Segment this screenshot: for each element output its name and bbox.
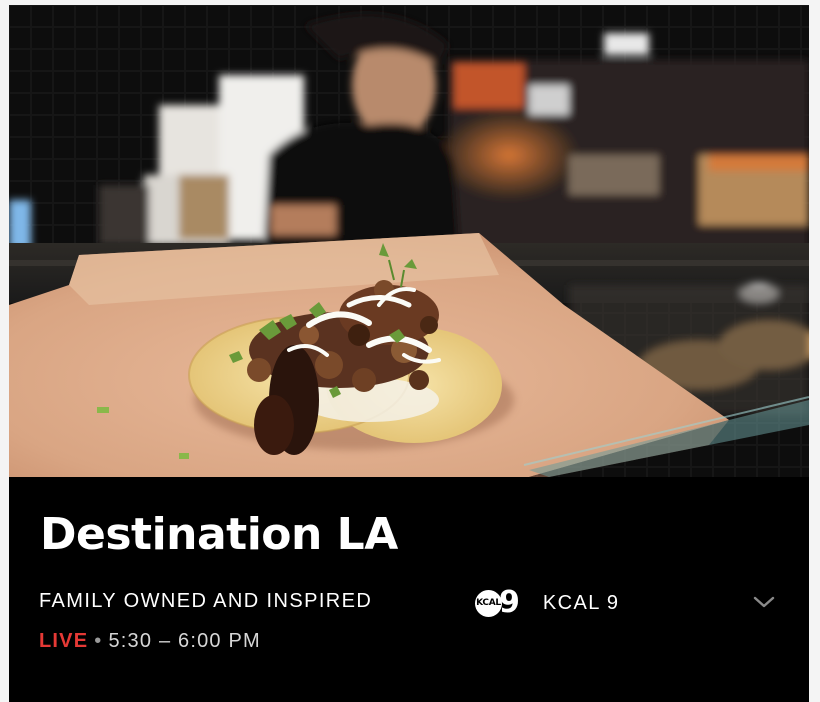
airing-time: 5:30 – 6:00 PM	[108, 630, 261, 652]
airing-info: LIVE • 5:30 – 6:00 PM	[39, 631, 261, 651]
program-info: Destination LA FAMILY OWNED AND INSPIRED…	[9, 477, 809, 702]
channel-logo: KCAL 9	[475, 588, 520, 618]
channel-logo-letters: KCAL	[475, 589, 502, 617]
taco-photo	[9, 5, 809, 477]
program-title: Destination LA	[40, 509, 398, 560]
channel-name: KCAL 9	[542, 591, 620, 614]
live-badge: LIVE	[39, 630, 89, 652]
channel-logo-number: 9	[499, 585, 520, 620]
chevron-down-icon[interactable]	[751, 592, 777, 612]
expand-button[interactable]	[751, 592, 777, 612]
channel-info: KCAL 9 KCAL 9	[475, 587, 619, 619]
program-card[interactable]: Destination LA FAMILY OWNED AND INSPIRED…	[9, 5, 809, 702]
hero-image	[9, 5, 809, 477]
episode-title: FAMILY OWNED AND INSPIRED	[39, 590, 373, 612]
separator-dot: •	[94, 630, 103, 652]
